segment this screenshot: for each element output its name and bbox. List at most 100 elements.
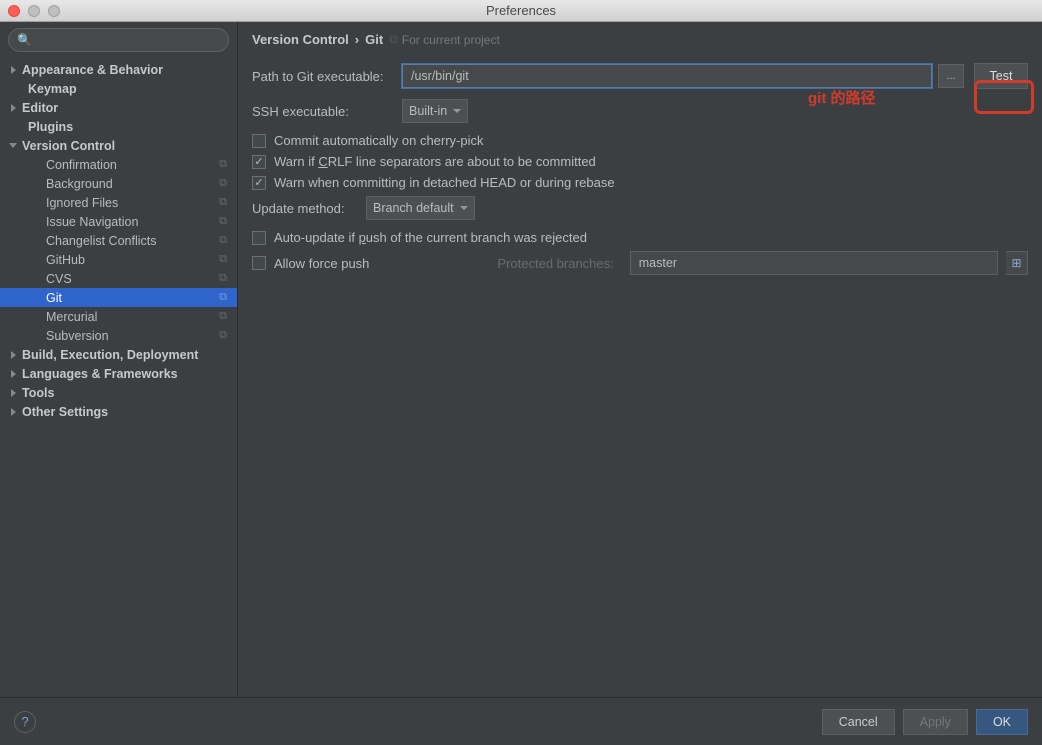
detached-head-checkbox-row[interactable]: Warn when committing in detached HEAD or… (252, 175, 1028, 190)
test-button[interactable]: Test (974, 63, 1028, 89)
project-scope-icon: ⧉ (219, 329, 227, 342)
tree-item-plugins[interactable]: Plugins (0, 117, 237, 136)
tree-item-label: Ignored Files (46, 196, 118, 210)
tree-item-appearance-behavior[interactable]: Appearance & Behavior (0, 60, 237, 79)
chevron-right-icon (8, 103, 18, 113)
tree-item-mercurial[interactable]: Mercurial ⧉ (0, 307, 237, 326)
help-button[interactable]: ? (14, 711, 36, 733)
tree-item-ignored-files[interactable]: Ignored Files ⧉ (0, 193, 237, 212)
force-push-checkbox[interactable] (252, 256, 266, 270)
tree-item-label: Confirmation (46, 158, 117, 172)
chevron-right-icon (8, 65, 18, 75)
tree-item-subversion[interactable]: Subversion ⧉ (0, 326, 237, 345)
close-window-button[interactable] (8, 5, 20, 17)
browse-button[interactable]: ... (938, 64, 964, 88)
titlebar: Preferences (0, 0, 1042, 22)
project-scope-icon: ⧉ (219, 234, 227, 247)
tree-item-label: Other Settings (22, 405, 108, 419)
tree-item-label: Keymap (28, 82, 77, 96)
tree-item-tools[interactable]: Tools (0, 383, 237, 402)
chevron-down-icon (460, 206, 468, 210)
search-input[interactable] (36, 33, 220, 47)
project-scope-icon: ⧉ (219, 253, 227, 266)
ok-button[interactable]: OK (976, 709, 1028, 735)
tree-item-label: Subversion (46, 329, 109, 343)
tree-item-label: Build, Execution, Deployment (22, 348, 198, 362)
update-method-label: Update method: (252, 201, 356, 216)
tree-item-build-execution-deployment[interactable]: Build, Execution, Deployment (0, 345, 237, 364)
tree-item-label: Version Control (22, 139, 115, 153)
sidebar: 🔍 Appearance & Behavior Keymap Editor Plugi… (0, 22, 238, 697)
tree-item-label: GitHub (46, 253, 85, 267)
cherry-pick-checkbox-row[interactable]: Commit automatically on cherry-pick (252, 133, 1028, 148)
force-push-row: Allow force push Protected branches: ⊞ (252, 251, 1028, 275)
tree-item-background[interactable]: Background ⧉ (0, 174, 237, 193)
search-icon: 🔍 (17, 33, 32, 47)
tree-item-label: Git (46, 291, 62, 305)
tree-item-issue-navigation[interactable]: Issue Navigation ⧉ (0, 212, 237, 231)
tree-item-languages-frameworks[interactable]: Languages & Frameworks (0, 364, 237, 383)
tree-item-github[interactable]: GitHub ⧉ (0, 250, 237, 269)
checkbox-checked[interactable] (252, 155, 266, 169)
git-path-input[interactable] (402, 64, 932, 88)
breadcrumb-root: Version Control (252, 32, 349, 47)
preferences-tree: Appearance & Behavior Keymap Editor Plugins… (0, 58, 237, 697)
tree-item-label: Changelist Conflicts (46, 234, 156, 248)
project-scope-icon: ⧉ (219, 215, 227, 228)
project-scope-icon: ⧉ (219, 177, 227, 190)
tree-item-cvs[interactable]: CVS⧉ (0, 269, 237, 288)
tree-item-label: CVS (46, 272, 72, 286)
chevron-right-icon (8, 369, 18, 379)
checkbox-unchecked[interactable] (252, 134, 266, 148)
search-box[interactable]: 🔍 (8, 28, 229, 52)
tree-item-editor[interactable]: Editor (0, 98, 237, 117)
ssh-label: SSH executable: (252, 104, 402, 119)
expand-icon[interactable]: ⊞ (1006, 251, 1028, 275)
tree-item-label: Background (46, 177, 113, 191)
ssh-executable-combo[interactable]: Built-in (402, 99, 468, 123)
project-scope-icon: ⧉ (219, 310, 227, 323)
tree-item-label: Tools (22, 386, 54, 400)
traffic-lights (0, 5, 60, 17)
cancel-button[interactable]: Cancel (822, 709, 895, 735)
window-title: Preferences (486, 3, 556, 18)
footer: ? Cancel Apply OK (0, 697, 1042, 745)
chevron-right-icon (8, 350, 18, 360)
tree-item-git[interactable]: Git ⧉ (0, 288, 237, 307)
project-icon: ⧉ (389, 32, 398, 47)
breadcrumb-leaf: Git (365, 32, 383, 47)
breadcrumb-separator: › (355, 32, 359, 47)
protected-branches-input[interactable] (630, 251, 998, 275)
main-panel: Version Control › Git ⧉ For current proj… (238, 22, 1042, 697)
auto-update-checkbox-row[interactable]: Auto-update if push of the current branc… (252, 230, 1028, 245)
apply-button[interactable]: Apply (903, 709, 968, 735)
update-method-combo[interactable]: Branch default (366, 196, 475, 220)
tree-item-label: Appearance & Behavior (22, 63, 163, 77)
breadcrumb: Version Control › Git ⧉ For current proj… (238, 22, 1042, 55)
tree-item-keymap[interactable]: Keymap (0, 79, 237, 98)
tree-item-label: Editor (22, 101, 58, 115)
tree-item-label: Mercurial (46, 310, 97, 324)
project-scope-icon: ⧉ (219, 196, 227, 209)
tree-item-other-settings[interactable]: Other Settings (0, 402, 237, 421)
checkbox-unchecked[interactable] (252, 231, 266, 245)
tree-item-changelist-conflicts[interactable]: Changelist Conflicts ⧉ (0, 231, 237, 250)
tree-item-confirmation[interactable]: Confirmation ⧉ (0, 155, 237, 174)
protected-branches-label: Protected branches: (497, 256, 613, 271)
tree-item-version-control[interactable]: Version Control (0, 136, 237, 155)
tree-item-label: Plugins (28, 120, 73, 134)
checkbox-checked[interactable] (252, 176, 266, 190)
zoom-window-button[interactable] (48, 5, 60, 17)
minimize-window-button[interactable] (28, 5, 40, 17)
project-scope: ⧉ For current project (389, 32, 500, 47)
project-scope-icon: ⧉ (219, 158, 227, 171)
path-label: Path to Git executable: (252, 69, 402, 84)
chevron-down-icon (453, 109, 461, 113)
project-scope-icon: ⧉ (219, 291, 227, 304)
chevron-right-icon (8, 388, 18, 398)
tree-item-label: Issue Navigation (46, 215, 138, 229)
tree-item-label: Languages & Frameworks (22, 367, 178, 381)
chevron-right-icon (8, 407, 18, 417)
crlf-warn-checkbox-row[interactable]: Warn if CRLF line separators are about t… (252, 154, 1028, 169)
chevron-down-icon (8, 141, 18, 151)
